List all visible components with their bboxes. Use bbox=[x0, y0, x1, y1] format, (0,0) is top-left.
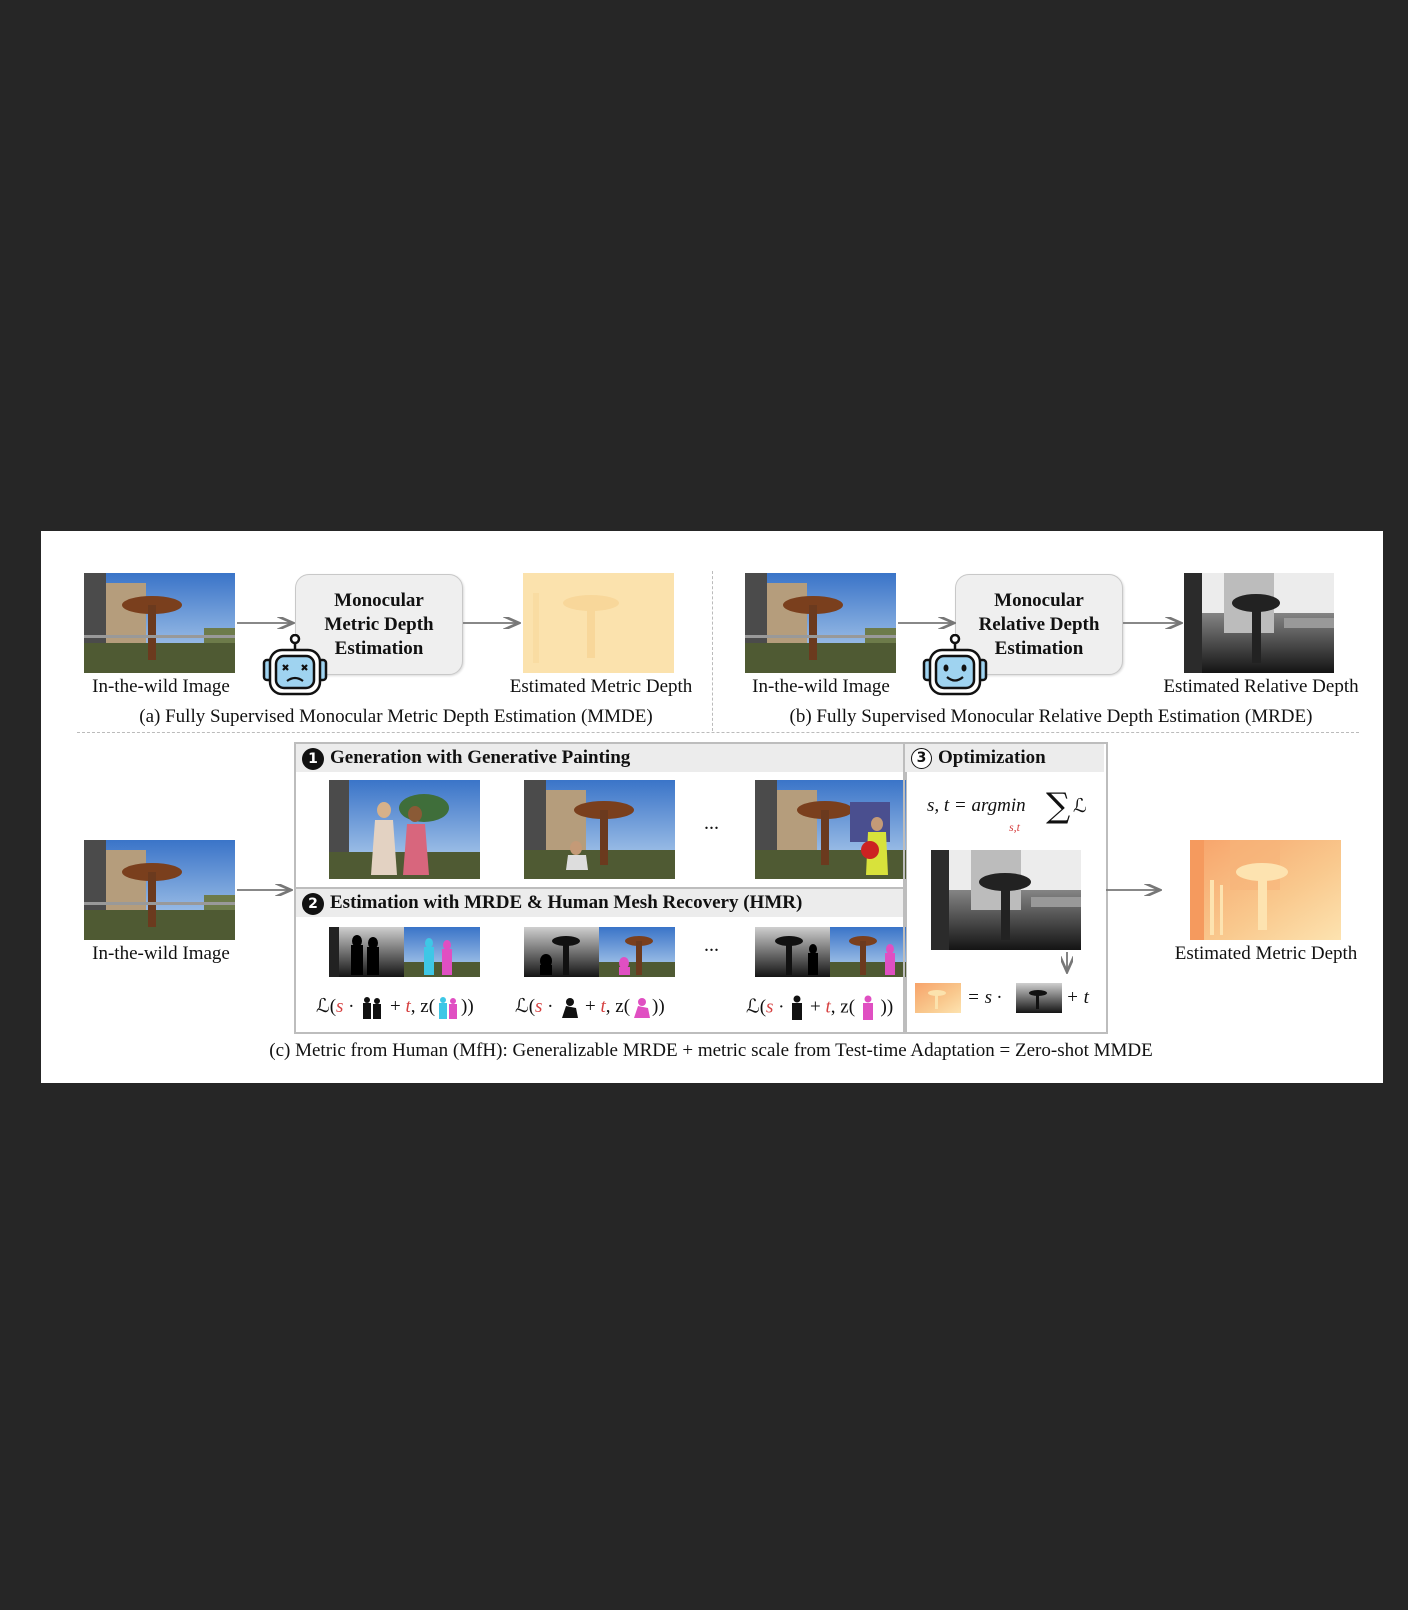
arrow-c2 bbox=[1106, 884, 1164, 896]
param-t-1: t bbox=[405, 996, 411, 1017]
in-the-wild-image-c bbox=[84, 840, 235, 940]
loss-formula-3: ℒ(s · + t, z( )) bbox=[746, 995, 893, 1021]
z-symbol-1: z bbox=[420, 996, 429, 1017]
in-the-wild-image-a bbox=[84, 573, 235, 673]
painted-image-1 bbox=[329, 780, 480, 879]
horizontal-divider bbox=[77, 732, 1359, 733]
param-s-1: s bbox=[336, 996, 344, 1017]
step2-title: Estimation with MRDE & Human Mesh Recove… bbox=[330, 892, 803, 913]
painted-image-2 bbox=[524, 780, 675, 879]
step3-header: 3 Optimization bbox=[905, 744, 1104, 772]
loss-symbol-1: ℒ bbox=[316, 996, 330, 1017]
step1-title: Generation with Generative Painting bbox=[330, 747, 631, 768]
output-label-c: Estimated Metric Depth bbox=[1174, 943, 1358, 964]
equals-s: = s · bbox=[967, 987, 1002, 1008]
step3-title: Optimization bbox=[938, 747, 1046, 768]
human-mesh-icon-3 bbox=[862, 995, 873, 1020]
depth-human-pair-1 bbox=[329, 927, 480, 977]
argmin-lhs: s, t = argmin bbox=[927, 795, 1026, 816]
depth-human-pair-2 bbox=[524, 927, 675, 977]
robot-happy-icon bbox=[922, 634, 988, 696]
metric-depth-small bbox=[915, 983, 961, 1013]
sum-symbol: ∑ bbox=[1046, 786, 1071, 826]
param-t-3: t bbox=[825, 996, 831, 1018]
arrow-c1 bbox=[237, 884, 295, 896]
caption-b: (b) Fully Supervised Monocular Relative … bbox=[789, 706, 1313, 727]
step2-number: 2 bbox=[302, 892, 324, 915]
loss-formula-2: ℒ(s · + t, z()) bbox=[515, 995, 665, 1020]
human-depth-icon-2 bbox=[562, 997, 579, 1018]
ellipsis-2: ... bbox=[704, 934, 719, 956]
ellipsis-1: ... bbox=[704, 812, 719, 834]
loss-symbol-3: ℒ bbox=[746, 996, 760, 1018]
vertical-divider bbox=[712, 571, 713, 731]
human-mesh-icon-1 bbox=[439, 996, 458, 1019]
param-s-3: s bbox=[766, 996, 774, 1018]
human-depth-icon-1 bbox=[363, 996, 382, 1019]
z-symbol-3: z bbox=[840, 996, 849, 1018]
input-label-b: In-the-wild Image bbox=[752, 676, 890, 697]
param-t-2: t bbox=[600, 996, 606, 1017]
z-symbol-2: z bbox=[615, 996, 624, 1017]
argmin-formula: s, t = argmin bbox=[927, 795, 1026, 817]
human-depth-icon-3 bbox=[792, 995, 803, 1020]
arrow-b2 bbox=[1123, 617, 1185, 629]
box-a-line-1: Monocular bbox=[334, 590, 424, 611]
step1-header: 1 Generation with Generative Painting bbox=[296, 744, 903, 772]
step3-number: 3 bbox=[911, 748, 932, 770]
in-the-wild-image-b bbox=[745, 573, 896, 673]
estimated-metric-depth-c bbox=[1190, 840, 1341, 940]
relative-depth-large bbox=[931, 850, 1082, 950]
human-mesh-icon-2 bbox=[634, 997, 651, 1018]
painted-image-3 bbox=[755, 780, 906, 879]
robot-sad-icon bbox=[262, 634, 328, 696]
plus-t: + t bbox=[1066, 987, 1089, 1008]
caption-a: (a) Fully Supervised Monocular Metric De… bbox=[139, 706, 653, 727]
input-label-c: In-the-wild Image bbox=[92, 943, 230, 964]
box-b-line-1: Monocular bbox=[994, 590, 1084, 611]
arrow-b1 bbox=[898, 617, 958, 629]
input-label-a: In-the-wild Image bbox=[92, 676, 230, 697]
output-label-b: Estimated Relative Depth bbox=[1163, 676, 1359, 697]
relative-depth-small bbox=[1016, 983, 1062, 1013]
arrow-a1 bbox=[237, 617, 297, 629]
arrow-down bbox=[1061, 952, 1073, 976]
caption-c: (c) Metric from Human (MfH): Generalizab… bbox=[269, 1040, 1153, 1061]
step2-header: 2 Estimation with MRDE & Human Mesh Recov… bbox=[296, 889, 903, 917]
output-label-a: Estimated Metric Depth bbox=[509, 676, 693, 697]
estimated-metric-depth-a bbox=[523, 573, 674, 673]
param-s-2: s bbox=[535, 996, 543, 1017]
depth-human-pair-3 bbox=[755, 927, 906, 977]
sum-loss-symbol: ℒ bbox=[1073, 796, 1087, 817]
loss-symbol-2: ℒ bbox=[515, 996, 529, 1017]
argmin-subscript: s,t bbox=[1009, 820, 1021, 834]
arrow-a2 bbox=[463, 617, 523, 629]
estimated-relative-depth-b bbox=[1184, 573, 1335, 673]
step1-number: 1 bbox=[302, 747, 324, 770]
figure: In-the-wild Image Monocular Metric Depth… bbox=[41, 531, 1383, 1083]
loss-formula-1: ℒ(s · + t, z()) bbox=[316, 995, 474, 1020]
